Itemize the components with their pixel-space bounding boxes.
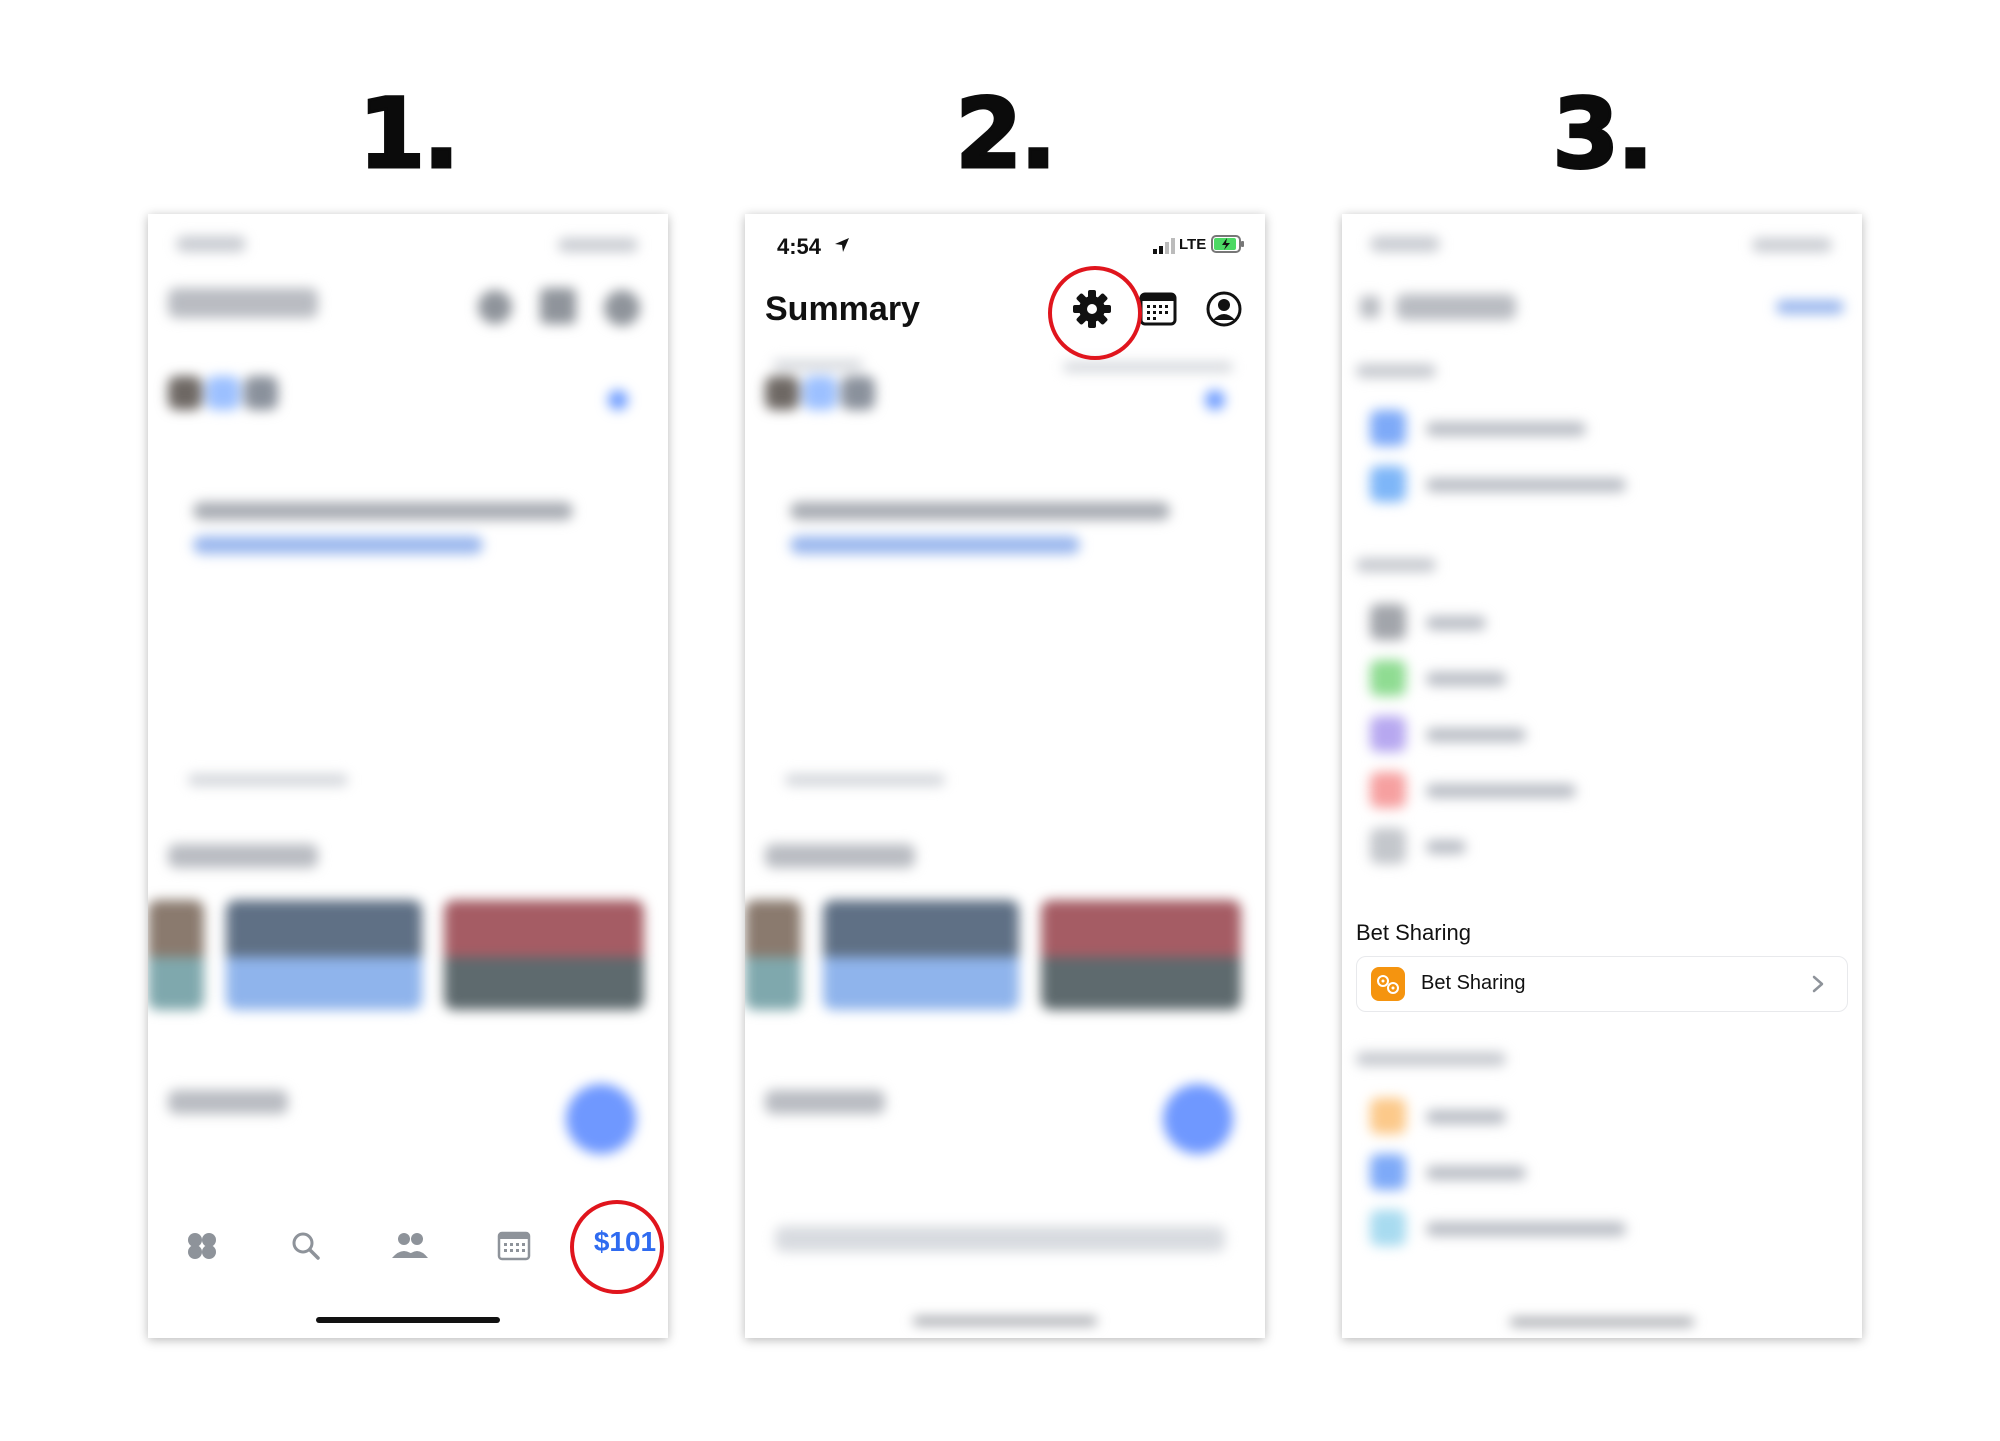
phone-screen-2: 4:54 LTE Summary bbox=[745, 214, 1265, 1338]
search-icon[interactable] bbox=[284, 1224, 328, 1268]
people-icon[interactable] bbox=[388, 1224, 432, 1268]
phone-screen-1: $101 bbox=[148, 214, 668, 1338]
blurred-settings-content bbox=[1342, 214, 1862, 1338]
bet-sharing-icon bbox=[1371, 967, 1405, 1001]
battery-icon bbox=[1211, 235, 1244, 253]
profile-icon[interactable] bbox=[1205, 290, 1243, 328]
home-indicator bbox=[316, 1317, 500, 1323]
page-title: Summary bbox=[765, 290, 920, 328]
location-arrow-icon bbox=[835, 238, 849, 252]
step-number-2: 2. bbox=[954, 77, 1058, 192]
blurred-summary-content bbox=[745, 214, 1265, 1338]
blurred-summary-content bbox=[148, 214, 668, 1338]
highlight-circle-settings bbox=[1048, 266, 1142, 360]
highlight-circle-balance bbox=[570, 1200, 664, 1294]
section-title-bet-sharing: Bet Sharing bbox=[1356, 920, 1471, 945]
calendar-icon[interactable] bbox=[1139, 290, 1177, 328]
clover-icon[interactable] bbox=[180, 1224, 224, 1268]
bet-sharing-row[interactable]: Bet Sharing bbox=[1356, 956, 1848, 1012]
signal-icon bbox=[1153, 238, 1175, 254]
chevron-right-icon bbox=[1812, 975, 1824, 993]
step-number-1: 1. bbox=[357, 77, 461, 192]
network-label: LTE bbox=[1179, 236, 1207, 253]
phone-screen-3: Bet Sharing Bet Sharing bbox=[1342, 214, 1862, 1338]
status-time: 4:54 bbox=[777, 234, 822, 259]
bet-sharing-row-label: Bet Sharing bbox=[1421, 972, 1526, 994]
calendar-icon[interactable] bbox=[492, 1224, 536, 1268]
step-number-3: 3. bbox=[1551, 77, 1655, 192]
